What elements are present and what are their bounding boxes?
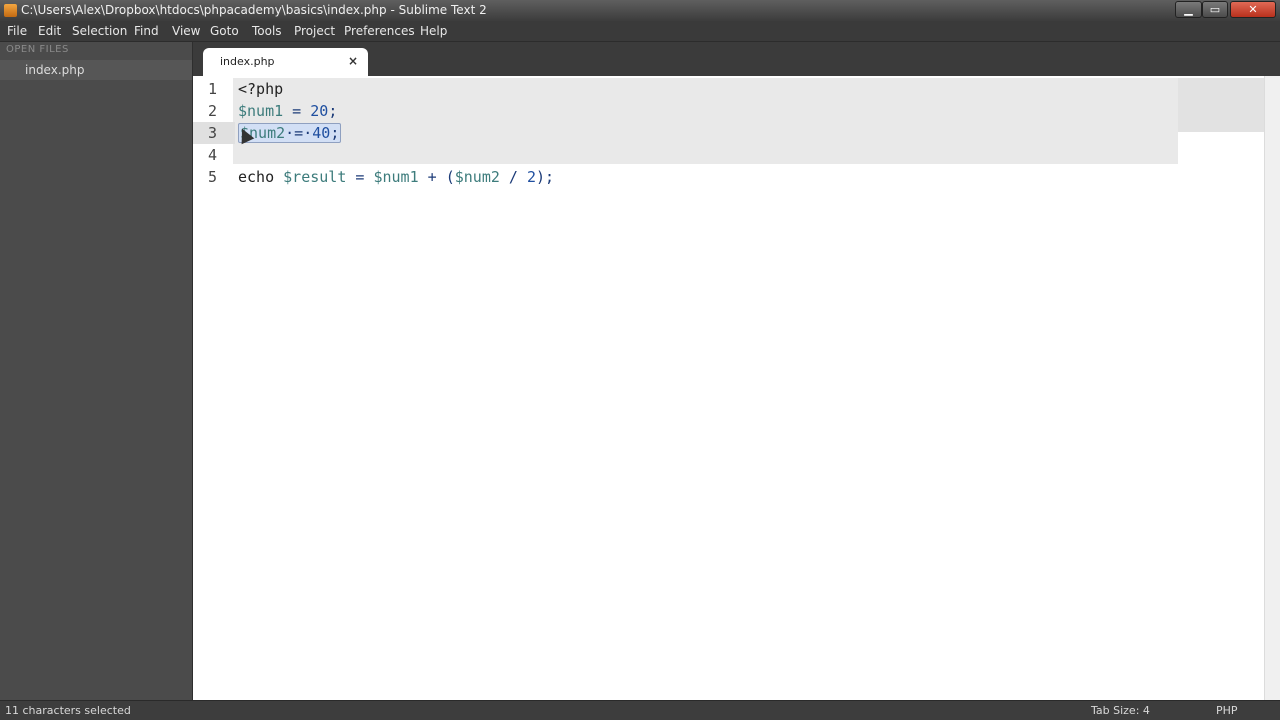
tab-index-php[interactable]: index.php × (203, 48, 368, 76)
minimize-button[interactable]: ▁ (1175, 1, 1202, 18)
status-bar: 11 characters selected Tab Size: 4 PHP (0, 700, 1280, 720)
code-editor[interactable]: 1 <?php 2 $num1 = 20; 3 $num2·=·40; 4 5 … (193, 76, 1280, 700)
sidebar-file-index-php[interactable]: index.php (0, 60, 192, 80)
menu-tools[interactable]: Tools (252, 21, 282, 42)
menu-bar: File Edit Selection Find View Goto Tools… (0, 21, 1280, 42)
line-number: 5 (207, 168, 217, 186)
close-window-button[interactable]: ✕ (1230, 1, 1276, 18)
line-number: 4 (207, 146, 217, 164)
line-number: 3 (207, 124, 217, 142)
menu-goto[interactable]: Goto (210, 21, 239, 42)
code-line-3[interactable]: 3 $num2·=·40; (193, 122, 1178, 144)
tab-bar: index.php × (193, 42, 1280, 76)
menu-selection[interactable]: Selection (72, 21, 127, 42)
menu-help[interactable]: Help (420, 21, 447, 42)
code-token-num: 20 (310, 102, 329, 120)
maximize-button[interactable]: ▭ (1202, 1, 1228, 18)
line-number: 1 (207, 80, 217, 98)
menu-find[interactable]: Find (134, 21, 159, 42)
code-token-op: = (283, 102, 311, 120)
window-title: C:\Users\Alex\Dropbox\htdocs\phpacademy\… (21, 3, 487, 17)
code-line-5[interactable]: 5 echo $result = $num1 + ($num2 / 2); (193, 166, 1178, 188)
code-token-var: $num1 (373, 168, 419, 186)
code-text: $num2·=·40; (238, 122, 342, 144)
minimap[interactable] (1178, 78, 1264, 132)
code-token-op: = (346, 168, 374, 186)
code-line-1[interactable]: 1 <?php (193, 78, 1178, 100)
code-token-num: 2 (527, 168, 537, 186)
sublime-text-icon (4, 4, 17, 17)
code-text: $num1 = 20; (238, 100, 337, 122)
menu-view[interactable]: View (172, 21, 200, 42)
title-bar: C:\Users\Alex\Dropbox\htdocs\phpacademy\… (0, 0, 1280, 21)
code-token-op: ; (330, 124, 340, 142)
line-number: 2 (207, 102, 217, 120)
syntax-indicator[interactable]: PHP (1216, 701, 1238, 720)
sidebar: OPEN FILES index.php (0, 42, 192, 700)
code-line-2[interactable]: 2 $num1 = 20; (193, 100, 1178, 122)
code-token-op: ·=· (285, 124, 313, 142)
menu-file[interactable]: File (7, 21, 27, 42)
tab-close-icon[interactable]: × (348, 54, 358, 68)
tab-size-indicator[interactable]: Tab Size: 4 (1091, 701, 1150, 720)
code-token-var: $result (283, 168, 347, 186)
open-files-header: OPEN FILES (6, 44, 69, 55)
menu-preferences[interactable]: Preferences (344, 21, 415, 42)
menu-project[interactable]: Project (294, 21, 335, 42)
code-token-kw: <?php (238, 80, 284, 98)
code-token-var: $num2 (454, 168, 500, 186)
code-token-num: 40 (312, 124, 331, 142)
code-token-op: / (499, 168, 527, 186)
code-text: echo $result = $num1 + ($num2 / 2); (238, 166, 554, 188)
text-selection: $num2·=·40; (238, 123, 342, 143)
code-token-kw: echo (238, 168, 284, 186)
code-token-op: ; (328, 102, 338, 120)
code-text: <?php (238, 78, 283, 100)
code-token-op: ); (536, 168, 555, 186)
code-token-op: + ( (418, 168, 455, 186)
vertical-scrollbar[interactable] (1264, 76, 1280, 700)
selection-status: 11 characters selected (5, 704, 131, 717)
code-token-var: $num1 (238, 102, 284, 120)
code-line-4[interactable]: 4 (193, 144, 1178, 166)
menu-edit[interactable]: Edit (38, 21, 61, 42)
tab-label: index.php (220, 55, 275, 68)
